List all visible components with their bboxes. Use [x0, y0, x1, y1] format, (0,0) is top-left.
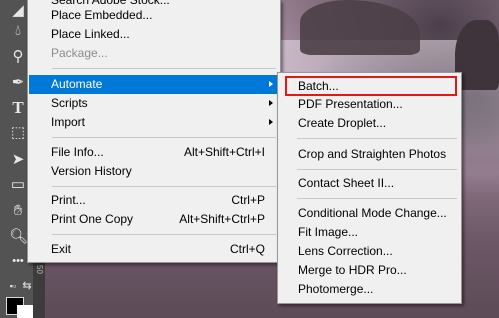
submenu-arrow-icon [269, 81, 273, 87]
menu-item-place-linked[interactable]: Place Linked... [29, 25, 279, 44]
zoom-icon[interactable]: 🔍︎ [9, 228, 28, 246]
menu-item-print[interactable]: Print... Ctrl+P [29, 191, 279, 210]
submenu-item-label: Contact Sheet II... [298, 176, 395, 190]
blur-drop-icon[interactable]: 💧︎ [9, 22, 27, 40]
menu-item-print-one-copy[interactable]: Print One Copy Alt+Shift+Ctrl+P [29, 210, 279, 229]
submenu-item-merge-hdr[interactable]: Merge to HDR Pro... [279, 261, 460, 280]
menu-item-label: Print... [51, 193, 86, 207]
menu-item-version-history[interactable]: Version History [29, 162, 279, 181]
menu-item-label: Place Linked... [51, 27, 130, 41]
submenu-item-crop-straighten[interactable]: Crop and Straighten Photos [279, 145, 460, 164]
menu-item-label: Place Embedded... [51, 8, 153, 22]
submenu-item-create-droplet[interactable]: Create Droplet... [279, 114, 460, 133]
submenu-item-label: Photomerge... [298, 282, 374, 296]
menu-item-label: Print One Copy [51, 212, 134, 226]
menu-item-package: Package... [29, 44, 279, 63]
path-select-icon[interactable]: ⬚ [9, 124, 27, 142]
sponge-icon[interactable]: ◢ [9, 2, 27, 20]
type-icon[interactable]: T [9, 99, 27, 117]
menu-item-label: Import [51, 115, 86, 129]
menu-item-import[interactable]: Import [29, 113, 279, 132]
submenu-item-label: Crop and Straighten Photos [298, 147, 447, 161]
submenu-arrow-icon [269, 119, 273, 125]
menu-item-shortcut: Alt+Shift+Ctrl+P [179, 212, 265, 226]
menu-item-file-info[interactable]: File Info... Alt+Shift+Ctrl+I [29, 143, 279, 162]
submenu-item-conditional-mode[interactable]: Conditional Mode Change... [279, 204, 460, 223]
menu-separator [52, 234, 276, 235]
menu-item-label: Scripts [51, 96, 88, 110]
menu-item-scripts[interactable]: Scripts [29, 94, 279, 113]
submenu-item-label: PDF Presentation... [298, 97, 403, 111]
menu-item-shortcut: Ctrl+P [231, 193, 265, 207]
menu-item-label: File Info... [51, 145, 104, 159]
file-menu: Search Adobe Stock... Place Embedded... … [27, 0, 281, 263]
ruler-number: 50 [35, 265, 44, 274]
submenu-item-lens-correction[interactable]: Lens Correction... [279, 242, 460, 261]
more-tools-icon[interactable]: ••• [9, 252, 27, 270]
submenu-item-label: Create Droplet... [298, 116, 387, 130]
submenu-item-label: Conditional Mode Change... [298, 206, 447, 220]
submenu-item-label: Merge to HDR Pro... [298, 263, 407, 277]
menu-separator [297, 138, 457, 139]
dodge-icon[interactable]: ⚲ [9, 48, 27, 66]
submenu-item-pdf-presentation[interactable]: PDF Presentation... [279, 95, 460, 114]
submenu-item-fit-image[interactable]: Fit Image... [279, 223, 460, 242]
menu-item-label: Automate [51, 77, 103, 91]
submenu-item-label: Fit Image... [298, 225, 359, 239]
menu-separator [52, 186, 276, 187]
menu-item-shortcut: Ctrl+Q [229, 242, 265, 256]
annotation-highlight-box [285, 76, 457, 96]
menu-item-place-embedded[interactable]: Place Embedded... [29, 6, 279, 25]
submenu-item-label: Lens Correction... [298, 244, 393, 258]
submenu-arrow-icon [269, 100, 273, 106]
menu-item-label: Exit [51, 242, 72, 256]
submenu-item-contact-sheet[interactable]: Contact Sheet II... [279, 174, 460, 193]
submenu-item-photomerge[interactable]: Photomerge... [279, 280, 460, 299]
menu-separator [52, 137, 276, 138]
menu-item-label: Version History [51, 164, 132, 178]
menu-item-automate[interactable]: Automate [29, 75, 279, 94]
menu-item-exit[interactable]: Exit Ctrl+Q [29, 240, 279, 259]
pen-icon[interactable]: ✒ [9, 74, 27, 92]
rectangle-icon[interactable]: ▭ [9, 176, 27, 194]
menu-separator [297, 198, 457, 199]
menu-item-label: Package... [51, 46, 108, 60]
menu-separator [52, 68, 276, 69]
menu-item-shortcut: Alt+Shift+Ctrl+I [183, 145, 265, 159]
hand-icon[interactable]: ✋︎ [9, 202, 27, 220]
canvas-rock [300, 0, 420, 55]
move-arrow-icon[interactable]: ➤ [9, 151, 27, 169]
menu-separator [297, 169, 457, 170]
automate-submenu: Batch... PDF Presentation... Create Drop… [277, 72, 462, 304]
background-color-swatch[interactable] [17, 305, 33, 318]
